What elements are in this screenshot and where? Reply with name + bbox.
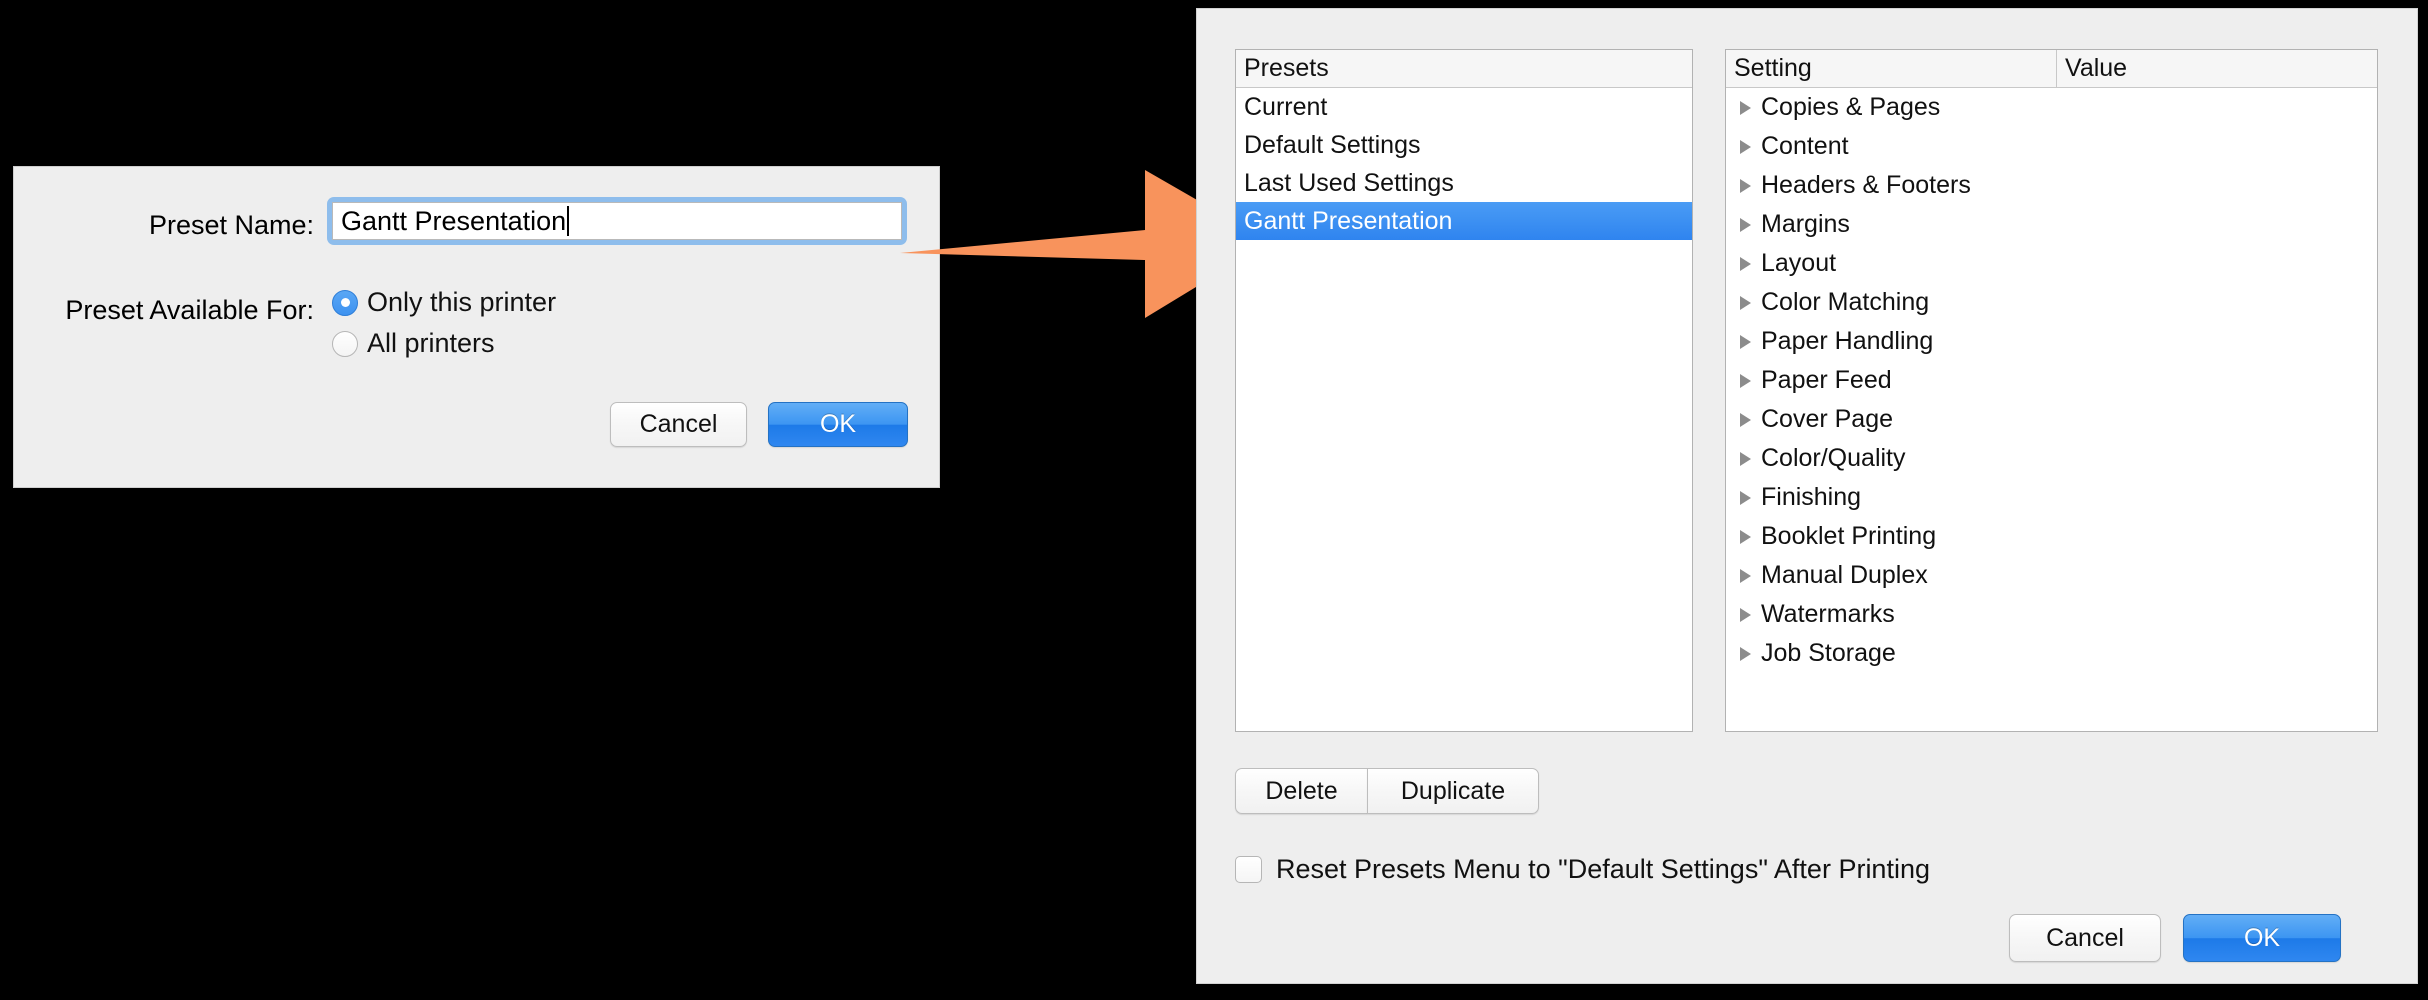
setting-list-item-label: Margins bbox=[1761, 210, 1850, 238]
radio-only-this-printer-label: Only this printer bbox=[367, 287, 557, 317]
panel-cancel-button[interactable]: Cancel bbox=[2009, 914, 2161, 962]
disclosure-triangle-icon[interactable] bbox=[1740, 373, 1751, 388]
setting-list-item[interactable]: Margins bbox=[1726, 205, 2377, 244]
radio-unselected-icon bbox=[332, 330, 358, 357]
settings-column-header: Setting bbox=[1734, 54, 1812, 82]
sheet-cancel-button[interactable]: Cancel bbox=[610, 402, 747, 447]
disclosure-triangle-icon[interactable] bbox=[1740, 490, 1751, 505]
presets-list[interactable]: Presets Current Default Settings Last Used… bbox=[1235, 49, 1693, 732]
setting-list-item-label: Layout bbox=[1761, 249, 1837, 277]
preset-available-for-label: Preset Available For: bbox=[65, 295, 314, 325]
radio-only-this-printer[interactable]: Only this printer bbox=[332, 287, 556, 318]
reset-presets-menu-label: Reset Presets Menu to "Default Settings"… bbox=[1276, 854, 1930, 884]
reset-presets-menu-row[interactable]: Reset Presets Menu to "Default Settings"… bbox=[1235, 854, 1930, 885]
preset-name-input-focus-ring: Gantt Presentation bbox=[327, 197, 907, 245]
sheet-ok-button[interactable]: OK bbox=[768, 402, 908, 447]
setting-list-item-label: Manual Duplex bbox=[1761, 561, 1928, 589]
setting-list-item[interactable]: Finishing bbox=[1726, 478, 2377, 517]
disclosure-triangle-icon[interactable] bbox=[1740, 217, 1751, 232]
setting-list-item-label: Color/Quality bbox=[1761, 444, 1906, 472]
setting-list-item[interactable]: Layout bbox=[1726, 244, 2377, 283]
setting-list-item[interactable]: Paper Feed bbox=[1726, 361, 2377, 400]
preset-list-item[interactable]: Gantt Presentation bbox=[1236, 202, 1692, 240]
preset-list-item[interactable]: Last Used Settings bbox=[1236, 164, 1692, 202]
screenshot-canvas: Preset Name: Gantt Presentation Preset A… bbox=[0, 0, 2428, 1000]
preset-list-item-label: Gantt Presentation bbox=[1244, 206, 1453, 235]
save-preset-dialog: Preset Name: Gantt Presentation Preset A… bbox=[13, 166, 940, 488]
disclosure-triangle-icon[interactable] bbox=[1740, 139, 1751, 154]
setting-list-item-label: Paper Handling bbox=[1761, 327, 1934, 355]
preset-list-item[interactable]: Default Settings bbox=[1236, 126, 1692, 164]
preset-name-input[interactable]: Gantt Presentation bbox=[332, 202, 902, 240]
presets-preferences-panel: Presets Current Default Settings Last Used… bbox=[1196, 8, 2418, 984]
disclosure-triangle-icon[interactable] bbox=[1740, 529, 1751, 544]
presets-column-header: Presets bbox=[1244, 54, 1329, 82]
preset-list-item[interactable]: Current bbox=[1236, 88, 1692, 126]
radio-selected-icon bbox=[332, 289, 358, 316]
presets-list-header: Presets bbox=[1236, 50, 1692, 88]
setting-list-item[interactable]: Content bbox=[1726, 127, 2377, 166]
radio-all-printers[interactable]: All printers bbox=[332, 328, 495, 359]
disclosure-triangle-icon[interactable] bbox=[1740, 100, 1751, 115]
setting-list-item[interactable]: Job Storage bbox=[1726, 634, 2377, 673]
setting-list-item-label: Finishing bbox=[1761, 483, 1862, 511]
settings-rows-container: Copies & Pages Content Headers & Footers Ma… bbox=[1726, 88, 2377, 673]
disclosure-triangle-icon[interactable] bbox=[1740, 568, 1751, 583]
setting-list-item-label: Copies & Pages bbox=[1761, 93, 1941, 121]
setting-list-item[interactable]: Paper Handling bbox=[1726, 322, 2377, 361]
setting-list-item-label: Headers & Footers bbox=[1761, 171, 1971, 199]
delete-preset-button[interactable]: Delete bbox=[1235, 768, 1367, 814]
value-column-header: Value bbox=[2056, 50, 2377, 87]
reset-presets-menu-checkbox[interactable] bbox=[1235, 856, 1262, 883]
setting-list-item[interactable]: Color Matching bbox=[1726, 283, 2377, 322]
text-caret bbox=[567, 206, 570, 236]
disclosure-triangle-icon[interactable] bbox=[1740, 178, 1751, 193]
disclosure-triangle-icon[interactable] bbox=[1740, 295, 1751, 310]
settings-list-header: Setting Value bbox=[1726, 50, 2377, 88]
setting-list-item[interactable]: Cover Page bbox=[1726, 400, 2377, 439]
setting-list-item[interactable]: Copies & Pages bbox=[1726, 88, 2377, 127]
setting-list-item-label: Paper Feed bbox=[1761, 366, 1892, 394]
disclosure-triangle-icon[interactable] bbox=[1740, 256, 1751, 271]
setting-list-item-label: Color Matching bbox=[1761, 288, 1930, 316]
preset-name-input-value: Gantt Presentation bbox=[341, 205, 567, 236]
setting-list-item-label: Content bbox=[1761, 132, 1849, 160]
setting-list-item[interactable]: Watermarks bbox=[1726, 595, 2377, 634]
preset-list-item-label: Default Settings bbox=[1244, 130, 1421, 159]
disclosure-triangle-icon[interactable] bbox=[1740, 451, 1751, 466]
setting-list-item[interactable]: Booklet Printing bbox=[1726, 517, 2377, 556]
settings-list[interactable]: Setting Value Copies & Pages Content Heade… bbox=[1725, 49, 2378, 732]
disclosure-triangle-icon[interactable] bbox=[1740, 607, 1751, 622]
disclosure-triangle-icon[interactable] bbox=[1740, 334, 1751, 349]
setting-list-item[interactable]: Color/Quality bbox=[1726, 439, 2377, 478]
disclosure-triangle-icon[interactable] bbox=[1740, 646, 1751, 661]
disclosure-triangle-icon[interactable] bbox=[1740, 412, 1751, 427]
panel-ok-button[interactable]: OK bbox=[2183, 914, 2341, 962]
setting-list-item-label: Cover Page bbox=[1761, 405, 1894, 433]
duplicate-preset-button[interactable]: Duplicate bbox=[1367, 768, 1539, 814]
setting-list-item-label: Job Storage bbox=[1761, 639, 1896, 667]
radio-all-printers-label: All printers bbox=[367, 328, 495, 358]
setting-list-item[interactable]: Manual Duplex bbox=[1726, 556, 2377, 595]
setting-list-item-label: Watermarks bbox=[1761, 600, 1895, 628]
preset-name-label: Preset Name: bbox=[148, 210, 314, 240]
setting-list-item-label: Booklet Printing bbox=[1761, 522, 1937, 550]
setting-list-item[interactable]: Headers & Footers bbox=[1726, 166, 2377, 205]
preset-list-item-label: Current bbox=[1244, 92, 1328, 121]
presets-rows-container: Current Default Settings Last Used Setting… bbox=[1236, 88, 1692, 240]
preset-list-item-label: Last Used Settings bbox=[1244, 168, 1454, 197]
